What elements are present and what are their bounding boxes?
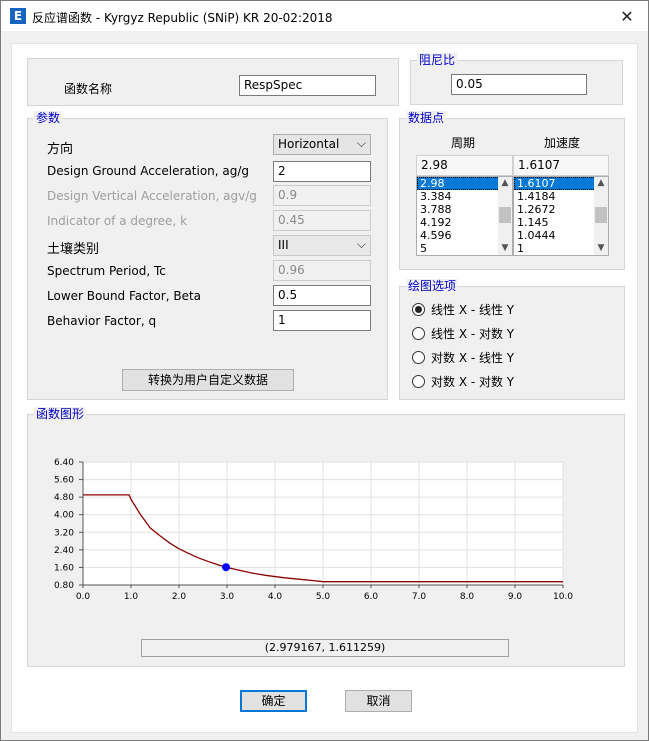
scroll-thumb[interactable] (595, 207, 607, 223)
spectrum-period-input: 0.96 (273, 260, 371, 281)
accel-list[interactable]: 1.6107 1.4184 1.2672 1.145 1.0444 1 ▲ ▼ (513, 176, 609, 256)
soil-value: III (278, 238, 289, 252)
function-name-label: 函数名称 (64, 82, 113, 96)
y-tick-label: 3.20 (54, 528, 74, 538)
x-tick-label: 6.0 (364, 592, 379, 602)
period-column-header: 周期 (451, 136, 476, 150)
plot-option-label: 对数 X - 线性 Y (431, 351, 515, 365)
plot-option-label: 线性 X - 对数 Y (431, 327, 515, 341)
cancel-button[interactable]: 取消 (345, 690, 412, 712)
scroll-down-icon[interactable]: ▼ (498, 242, 512, 255)
indicator-input: 0.45 (273, 210, 371, 231)
soil-label: 土壤类别 (47, 242, 100, 257)
damping-title: 阻尼比 (417, 53, 458, 67)
y-tick-label: 0.80 (54, 581, 74, 591)
y-tick-label: 1.60 (54, 563, 74, 573)
title-bar: E 反应谱函数 - Kyrgyz Republic (SNiP) KR 20-0… (1, 1, 648, 31)
close-button[interactable]: ✕ (616, 5, 638, 27)
ground-accel-input[interactable]: 2 (273, 161, 371, 182)
scroll-up-icon[interactable]: ▲ (594, 177, 608, 190)
x-tick-label: 1.0 (124, 592, 139, 602)
y-tick-label: 4.80 (54, 493, 74, 503)
app-icon: E (10, 8, 26, 24)
window-title: 反应谱函数 - Kyrgyz Republic (SNiP) KR 20-02:… (32, 11, 333, 25)
soil-select[interactable]: III ⌵ (273, 235, 371, 256)
period-edit-field[interactable]: 2.98 (416, 155, 513, 176)
function-name-input[interactable]: RespSpec (239, 75, 376, 96)
spectrum-chart: 0.0 1.0 2.0 3.0 4.0 5.0 6.0 7.0 8.0 9.0 10.0 0.80 1.… (54, 458, 573, 602)
x-tick-label: 3.0 (220, 592, 235, 602)
direction-select[interactable]: Horizontal ⌵ (273, 134, 371, 155)
lower-bound-input[interactable]: 0.5 (273, 285, 371, 306)
scroll-thumb[interactable] (499, 207, 511, 223)
radio-circle-icon[interactable] (412, 327, 425, 340)
plot-option-radio-3[interactable]: 对数 X - 线性 Y (412, 349, 514, 366)
plot-option-label: 对数 X - 对数 Y (431, 375, 515, 389)
params-title: 参数 (34, 111, 63, 125)
vertical-accel-input: 0.9 (273, 185, 371, 206)
x-tick-label: 5.0 (316, 592, 331, 602)
damping-group: 阻尼比 0.05 (410, 53, 623, 105)
accel-edit-field[interactable]: 1.6107 (513, 155, 609, 176)
ground-accel-label: Design Ground Acceleration, ag/g (47, 164, 250, 178)
scroll-up-icon[interactable]: ▲ (498, 177, 512, 190)
x-tick-label: 7.0 (412, 592, 427, 602)
y-tick-label: 5.60 (54, 476, 74, 486)
chevron-down-icon: ⌵ (356, 136, 366, 150)
x-tick-label: 4.0 (268, 592, 283, 602)
cursor-coordinates: (2.979167, 1.611259) (141, 639, 509, 657)
plot-option-label: 线性 X - 线性 Y (431, 303, 515, 317)
plot-option-radio-2[interactable]: 线性 X - 对数 Y (412, 325, 514, 342)
direction-label: 方向 (47, 142, 74, 157)
behavior-label: Behavior Factor, q (47, 314, 157, 328)
behavior-input[interactable]: 1 (273, 310, 371, 331)
spectrum-period-label: Spectrum Period, Tc (47, 264, 166, 278)
accel-column-header: 加速度 (544, 136, 581, 150)
function-name-group: 函数名称 RespSpec (27, 58, 399, 106)
dialog-body: 函数名称 RespSpec 阻尼比 0.05 参数 方向 Horizontal … (11, 43, 638, 733)
x-tick-label: 10.0 (553, 592, 573, 602)
scroll-down-icon[interactable]: ▼ (594, 242, 608, 255)
radio-circle-icon[interactable] (412, 303, 425, 316)
indicator-label: Indicator of a degree, k (47, 214, 188, 228)
plot-options-group: 绘图选项 线性 X - 线性 Y 线性 X - 对数 Y 对数 X - 线性 Y 对数… (399, 279, 625, 400)
ok-button[interactable]: 确定 (240, 690, 307, 712)
y-tick-label: 2.40 (54, 546, 74, 556)
plot-option-radio-1[interactable]: 线性 X - 线性 Y (412, 301, 514, 318)
dialog-window: E 反应谱函数 - Kyrgyz Republic (SNiP) KR 20-0… (0, 0, 649, 741)
period-list-scrollbar[interactable]: ▲ ▼ (498, 177, 512, 255)
function-graph-group: 函数图形 0.0 1.0 2.0 3.0 4.0 5.0 6.0 7.0 8.0 9.0 10.0 0… (27, 407, 625, 667)
y-tick-label: 4.00 (54, 511, 74, 521)
x-tick-label: 9.0 (508, 592, 523, 602)
function-graph-title: 函数图形 (34, 407, 87, 421)
plot-options-title: 绘图选项 (406, 279, 459, 293)
x-tick-label: 8.0 (460, 592, 475, 602)
selected-point-marker (222, 563, 231, 572)
data-points-title: 数据点 (406, 111, 447, 125)
convert-user-defined-button[interactable]: 转换为用户自定义数据 (122, 369, 294, 391)
plot-option-radio-4[interactable]: 对数 X - 对数 Y (412, 373, 514, 390)
radio-circle-icon[interactable] (412, 375, 425, 388)
data-points-group: 数据点 周期 加速度 2.98 1.6107 2.98 3.384 3.788 4.1… (399, 111, 625, 270)
x-tick-label: 2.0 (172, 592, 187, 602)
period-list[interactable]: 2.98 3.384 3.788 4.192 4.596 5 ▲ ▼ (416, 176, 513, 256)
chevron-down-icon: ⌵ (356, 237, 366, 251)
params-group: 参数 方向 Horizontal ⌵ Design Ground Acceler… (27, 111, 388, 400)
accel-list-scrollbar[interactable]: ▲ ▼ (594, 177, 608, 255)
lower-bound-label: Lower Bound Factor, Beta (47, 289, 202, 303)
x-tick-label: 0.0 (76, 592, 91, 602)
direction-value: Horizontal (278, 137, 340, 151)
y-tick-label: 6.40 (54, 458, 74, 468)
radio-circle-icon[interactable] (412, 351, 425, 364)
damping-input[interactable]: 0.05 (451, 74, 587, 95)
vertical-accel-label: Design Vertical Acceleration, agv/g (47, 189, 257, 203)
